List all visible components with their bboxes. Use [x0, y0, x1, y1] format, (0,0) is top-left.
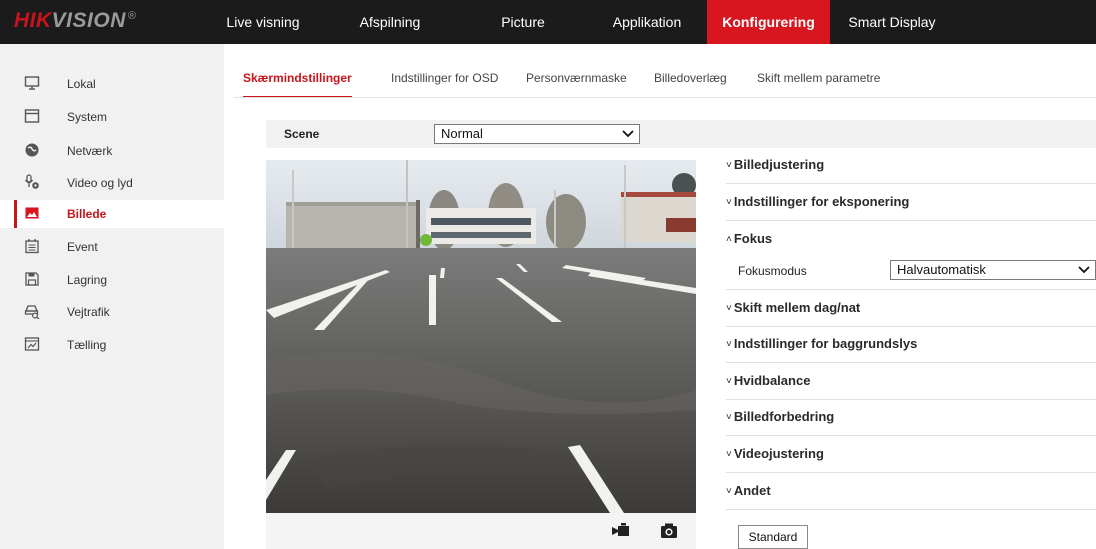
- microphone-icon: [24, 174, 39, 189]
- chevron-up-icon: ˄: [726, 234, 732, 245]
- counting-chart-icon: [24, 337, 40, 351]
- section-billedjustering[interactable]: ˅ Billedjustering: [726, 148, 1096, 184]
- traffic-car-icon: [24, 305, 40, 319]
- focus-mode-row: Fokusmodus Halvautomatisk: [726, 256, 1096, 290]
- tab-skaermindstillinger[interactable]: Skærmindstillinger: [243, 63, 352, 98]
- section-andet[interactable]: ˅ Andet: [726, 474, 1096, 510]
- nav-live-visning[interactable]: Live visning: [221, 0, 305, 44]
- section-title: Fokus: [733, 231, 773, 246]
- sidebar-item-event[interactable]: Event: [0, 233, 224, 261]
- nav-afspilning[interactable]: Afspilning: [350, 0, 430, 44]
- focus-mode-label: Fokusmodus: [738, 264, 807, 278]
- nav-applikation[interactable]: Applikation: [600, 0, 694, 44]
- camera-snapshot-icon[interactable]: [660, 522, 678, 540]
- live-video-preview[interactable]: [266, 160, 696, 513]
- tab-skift-parametre[interactable]: Skift mellem parametre: [757, 63, 880, 98]
- section-title: Indstillinger for eksponering: [733, 194, 910, 209]
- sidebar-item-vejtrafik[interactable]: Vejtrafik: [0, 298, 224, 326]
- sidebar-item-lagring[interactable]: Lagring: [0, 266, 224, 294]
- tab-osd-indstillinger[interactable]: Indstillinger for OSD: [391, 63, 498, 98]
- sidebar-item-taelling[interactable]: Tælling: [0, 331, 224, 359]
- chevron-down-icon: [622, 130, 634, 138]
- system-window-icon: [24, 109, 40, 123]
- section-title: Billedforbedring: [733, 409, 835, 424]
- scene-select-value: Normal: [441, 126, 483, 141]
- sidebar-item-label: Billede: [67, 207, 107, 221]
- section-baggrundslys[interactable]: ˅ Indstillinger for baggrundslys: [726, 327, 1096, 363]
- sidebar-item-label: Vejtrafik: [67, 305, 110, 319]
- sidebar-item-label: Video og lyd: [67, 176, 133, 190]
- chevron-down-icon: [1078, 266, 1090, 274]
- top-navigation-bar: HIKVISION ® Live visning Afspilning Pictu…: [0, 0, 1096, 44]
- section-title: Videojustering: [733, 446, 824, 461]
- focus-mode-select[interactable]: Halvautomatisk: [890, 260, 1096, 280]
- sidebar-item-lokal[interactable]: Lokal: [0, 70, 224, 98]
- section-videojustering[interactable]: ˅ Videojustering: [726, 437, 1096, 473]
- sidebar-item-system[interactable]: System: [0, 103, 224, 131]
- chevron-down-icon: ˅: [726, 160, 732, 171]
- chevron-down-icon: ˅: [726, 303, 732, 314]
- hikvision-logo: HIKVISION ®: [14, 9, 137, 32]
- section-eksponering[interactable]: ˅ Indstillinger for eksponering: [726, 185, 1096, 221]
- scene-label: Scene: [284, 127, 320, 141]
- video-toolbar: [266, 513, 696, 549]
- section-title: Hvidbalance: [733, 373, 811, 388]
- sidebar-item-label: Lokal: [67, 77, 96, 91]
- section-billedforbedring[interactable]: ˅ Billedforbedring: [726, 400, 1096, 436]
- tab-personvaernmaske[interactable]: Personværnmaske: [526, 63, 627, 98]
- section-title: Skift mellem dag/nat: [733, 300, 861, 315]
- default-button[interactable]: Standard: [738, 525, 808, 549]
- globe-icon: [25, 143, 39, 157]
- sidebar-item-netvaerk[interactable]: Netværk: [0, 137, 224, 165]
- storage-disk-icon: [25, 272, 39, 286]
- image-icon: [25, 207, 39, 219]
- section-hvidbalance[interactable]: ˅ Hvidbalance: [726, 364, 1096, 400]
- scene-bar: Scene Normal: [266, 120, 1096, 148]
- chevron-down-icon: ˅: [726, 412, 732, 423]
- sidebar-item-video-og-lyd[interactable]: Video og lyd: [0, 169, 224, 197]
- chevron-down-icon: ˅: [726, 339, 732, 350]
- calendar-icon: [25, 239, 39, 254]
- parking-lot-camera-image: [266, 160, 696, 513]
- sidebar-item-label: Event: [67, 240, 98, 254]
- scene-select[interactable]: Normal: [434, 124, 640, 144]
- sidebar: Lokal System Netværk Video og lyd Billed…: [0, 44, 224, 549]
- section-title: Andet: [733, 483, 771, 498]
- focus-mode-value: Halvautomatisk: [897, 262, 986, 277]
- record-video-icon[interactable]: [612, 522, 630, 540]
- nav-picture[interactable]: Picture: [485, 0, 561, 44]
- nav-konfigurering[interactable]: Konfigurering: [707, 0, 830, 44]
- chevron-down-icon: ˅: [726, 486, 732, 497]
- section-dag-nat[interactable]: ˅ Skift mellem dag/nat: [726, 291, 1096, 327]
- tab-divider: [234, 97, 1096, 98]
- section-title: Billedjustering: [733, 157, 825, 172]
- sidebar-item-label: Tælling: [67, 338, 107, 352]
- tab-billedoverlaeg[interactable]: Billedoverlæg: [654, 63, 727, 98]
- chevron-down-icon: ˅: [726, 197, 732, 208]
- section-title: Indstillinger for baggrundslys: [733, 336, 918, 351]
- sidebar-item-label: Lagring: [67, 273, 108, 287]
- section-fokus[interactable]: ˄ Fokus: [726, 222, 1096, 258]
- sidebar-item-label: Netværk: [67, 144, 113, 158]
- nav-smart-display[interactable]: Smart Display: [838, 0, 946, 44]
- monitor-icon: [24, 76, 40, 90]
- app-window: HIKVISION ® Live visning Afspilning Pictu…: [0, 0, 1096, 549]
- chevron-down-icon: ˅: [726, 376, 732, 387]
- sidebar-item-label: System: [67, 110, 108, 124]
- chevron-down-icon: ˅: [726, 449, 732, 460]
- sidebar-item-billede[interactable]: Billede: [0, 200, 224, 228]
